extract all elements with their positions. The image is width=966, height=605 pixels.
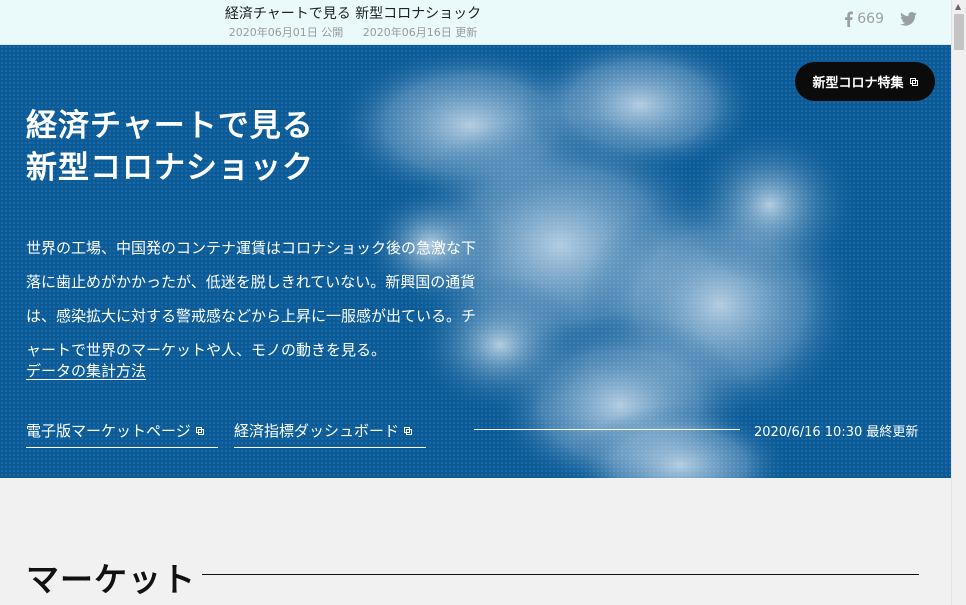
market-page-link[interactable]: 電子版マーケットページ: [26, 420, 218, 448]
last-updated: 2020/6/16 10:30 最終更新: [754, 425, 919, 440]
external-link-icon: [404, 426, 413, 435]
corona-special-label: 新型コロナ特集: [812, 76, 904, 91]
article-dates: 2020年06月01日 公開 2020年06月16日 更新: [0, 24, 706, 40]
external-link-icon: [909, 77, 918, 86]
divider-line: [474, 429, 740, 430]
sticky-header: 経済チャートで見る 新型コロナショック 2020年06月01日 公開 2020年…: [0, 0, 951, 45]
lead-line-1: 世界の工場、中国発のコンテナ運賃はコロナショック後の急激な下: [26, 239, 477, 257]
facebook-icon: [845, 11, 854, 27]
economic-dashboard-link[interactable]: 経済指標ダッシュボード: [234, 420, 426, 448]
market-section-title: マーケット: [26, 560, 196, 599]
scroll-up-arrow-icon[interactable]: ▲: [955, 2, 961, 11]
updated-date: 2020年06月16日 更新: [362, 26, 478, 39]
twitter-icon[interactable]: [900, 12, 917, 26]
hero-headline: 経済チャートで見る 新型コロナショック: [26, 105, 314, 189]
article-title[interactable]: 経済チャートで見る 新型コロナショック: [0, 3, 706, 23]
corona-special-button[interactable]: 新型コロナ特集: [795, 62, 935, 101]
section-divider: [202, 574, 919, 575]
headline-line-1: 経済チャートで見る: [26, 108, 314, 144]
lead-line-3: は、感染拡大に対する警戒感などから上昇に一服感が出ている。チ: [26, 307, 477, 325]
published-date: 2020年06月01日 公開: [228, 26, 344, 39]
hero-lead-text: 世界の工場、中国発のコンテナ運賃はコロナショック後の急激な下 落に歯止めがかかっ…: [26, 231, 514, 367]
lead-line-2: 落に歯止めがかかったが、低迷を脱しきれていない。新興国の通貨: [26, 273, 476, 291]
external-link-icon: [195, 426, 204, 435]
vertical-scrollbar[interactable]: ▲: [951, 0, 966, 605]
hero-banner: 新型コロナ特集 経済チャートで見る 新型コロナショック 世界の工場、中国発のコン…: [0, 45, 951, 478]
headline-line-2: 新型コロナショック: [26, 150, 314, 186]
scrollbar-thumb[interactable]: [954, 14, 964, 50]
share-bar: 669: [844, 11, 917, 27]
market-page-link-label: 電子版マーケットページ: [26, 422, 191, 440]
data-method-link[interactable]: データの集計方法: [26, 360, 146, 381]
facebook-share-button[interactable]: 669: [844, 11, 884, 27]
lead-line-4: ャートで世界のマーケットや人、モノの動きを見る。: [26, 341, 387, 359]
dashboard-link-label: 経済指標ダッシュボード: [234, 422, 400, 440]
facebook-share-count: 669: [857, 11, 884, 27]
